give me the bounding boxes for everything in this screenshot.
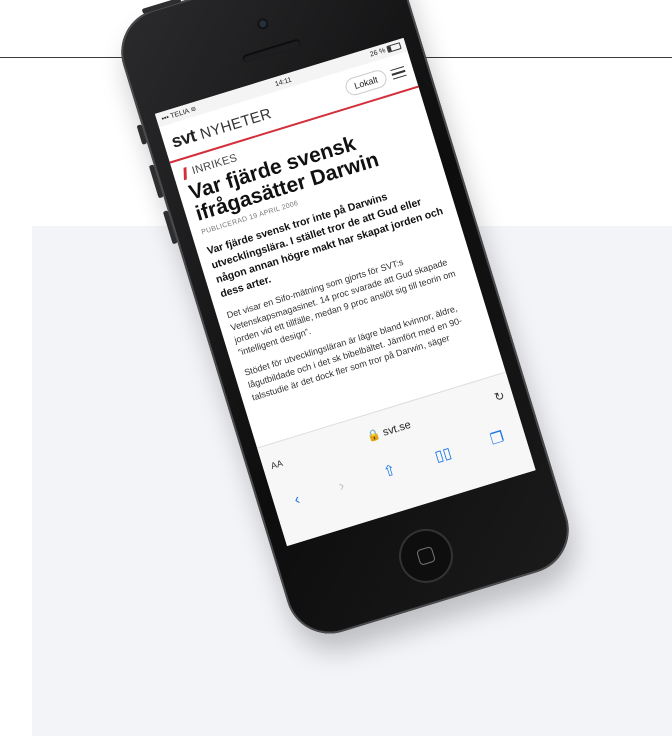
front-camera <box>255 16 270 31</box>
volume-up-button <box>148 164 164 199</box>
wifi-icon: ≋ <box>189 105 198 115</box>
earpiece-speaker <box>241 38 302 64</box>
text-size-button[interactable]: AA <box>270 458 284 471</box>
lokalt-button[interactable]: Lokalt <box>343 68 389 98</box>
forward-icon[interactable]: › <box>337 477 347 495</box>
back-icon[interactable]: ‹ <box>292 490 302 508</box>
safari-toolbar: AA 🔒 svt.se ↻ ‹ › ⇧ ▯▯ ❐ <box>256 371 536 547</box>
battery-icon <box>386 42 402 54</box>
hamburger-menu-icon[interactable] <box>390 65 407 80</box>
logo-svt: svt <box>168 124 199 152</box>
reload-icon[interactable]: ↻ <box>493 388 507 404</box>
mute-switch <box>136 124 148 145</box>
power-button <box>141 0 182 14</box>
url-display[interactable]: 🔒 svt.se <box>365 417 412 443</box>
lock-icon: 🔒 <box>365 427 382 444</box>
share-icon[interactable]: ⇧ <box>381 460 398 481</box>
tabs-icon[interactable]: ❐ <box>488 427 506 448</box>
home-button[interactable] <box>392 522 460 590</box>
bookmarks-icon[interactable]: ▯▯ <box>433 443 454 465</box>
section-marker <box>183 166 187 181</box>
home-square-icon <box>415 545 436 566</box>
